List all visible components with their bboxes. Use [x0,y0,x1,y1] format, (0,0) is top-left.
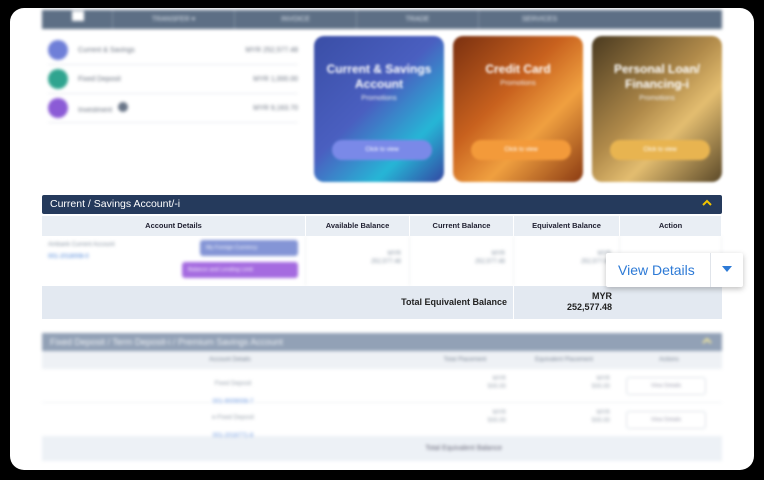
view-details-split-button[interactable]: View Details [606,253,743,287]
promo-title: Personal Loan/ Financing-i [613,62,701,91]
table-row: Fixed Deposit 001-9009008-7 MYR 500.00 M… [42,369,722,405]
account-name: Fixed Deposit [214,381,252,387]
account-number-link[interactable]: 001-2018008-0 [48,254,89,260]
summary-label: Fixed Deposit [78,75,121,83]
account-number-link[interactable]: 001-2016771-8 [48,427,418,445]
summary-label: Current & Savings [78,46,135,54]
casa-table-header: Account Details Available Balance Curren… [42,216,722,236]
nav-trade[interactable]: TRADE [356,10,478,29]
info-icon[interactable] [118,102,129,112]
col-total-placement: Total Placement [443,357,487,363]
col-account-details: Account Details [209,357,251,363]
promo-subtitle: Promotions [639,95,675,102]
fd-section: Fixed Deposit / Term Deposit-i / Premium… [42,333,722,461]
dropdown-toggle[interactable] [711,253,743,287]
account-name: Ambank Current Account [48,242,115,248]
summary-amount: MYR 1,000.00 [253,75,298,83]
nav-invoice[interactable]: INVOICE [234,10,356,29]
total-currency: MYR [592,291,612,301]
summary-row-casa[interactable]: Current & Savings MYR 252,577.48 [48,36,298,65]
col-current-balance: Current Balance [410,216,514,236]
col-account-details: Account Details [42,216,306,236]
summary-label: Investment [78,107,113,114]
current-balance: MYR 252,577.48 [474,251,505,266]
col-actions: Actions [659,357,679,363]
promo-subtitle: Promotions [500,80,536,87]
summary-amount: MYR 252,577.48 [245,46,298,54]
view-details-dropdown[interactable]: View Details [626,377,706,395]
table-row: e-Fixed Deposit 001-2016771-8 MYR 500.00… [42,403,722,439]
home-icon [72,11,84,21]
fd-section-header[interactable]: Fixed Deposit / Term Deposit-i / Premium… [42,333,722,351]
home-tab[interactable] [42,10,112,29]
equivalent-placement: MYR 500.00 [591,376,610,391]
view-details-dropdown[interactable]: View Details [626,411,706,429]
section-title: Current / Savings Account/-i [50,198,181,210]
col-equivalent-balance: Equivalent Balance [514,216,620,236]
promo-card-loan[interactable]: Personal Loan/ Financing-i Promotions Cl… [592,36,722,182]
caret-down-icon [722,266,732,272]
total-label: Total Equivalent Balance [42,286,514,319]
wallet-icon [48,40,68,60]
promo-card-credit[interactable]: Credit Card Promotions Click to view [453,36,583,182]
section-title: Fixed Deposit / Term Deposit-i / Premium… [50,337,283,347]
nav-services[interactable]: SERVICES [478,10,600,29]
promo-view-button[interactable]: Click to view [332,140,432,160]
available-balance: MYR 252,577.48 [370,251,401,266]
promo-card-casa[interactable]: Current & Savings Account Promotions Cli… [314,36,444,182]
lending-limit-chip[interactable]: Balance and Lending Limit [182,262,298,278]
promo-view-button[interactable]: Click to view [610,140,710,160]
col-action: Action [620,216,722,236]
investment-icon [48,98,68,118]
total-value: 252,577.48 [566,301,612,312]
foreign-currency-chip[interactable]: My Foreign Currency [200,240,298,256]
promo-view-button[interactable]: Click to view [471,140,571,160]
promo-title: Credit Card [485,62,551,76]
summary-row-fd[interactable]: Fixed Deposit MYR 1,000.00 [48,65,298,94]
fd-table-header: Account Details Total Placement Equivale… [42,351,722,369]
chevron-up-icon[interactable] [702,199,712,207]
summary-row-investment[interactable]: Investment MYR 9,163.70 [48,94,298,123]
app-window: TRANSFER ▾ INVOICE TRADE SERVICES Curren… [10,8,754,470]
account-name: e-Fixed Deposit [211,415,255,421]
total-placement: MYR 500.00 [487,376,506,391]
view-details-button[interactable]: View Details [606,262,710,278]
casa-section-header[interactable]: Current / Savings Account/-i [42,195,722,214]
chevron-up-icon[interactable] [702,337,712,345]
casa-total-row: Total Equivalent Balance MYR 252,577.48 [42,286,722,319]
promo-title: Current & Savings Account [326,62,432,91]
promo-subtitle: Promotions [361,95,397,102]
summary-amount: MYR 9,163.70 [253,104,298,112]
col-available-balance: Available Balance [306,216,410,236]
col-equivalent-placement: Equivalent Placement [534,357,594,363]
deposit-icon [48,69,68,89]
equivalent-placement: MYR 500.00 [591,410,610,425]
top-nav: TRANSFER ▾ INVOICE TRADE SERVICES [42,10,722,29]
total-placement: MYR 500.00 [487,410,506,425]
portfolio-summary: Current & Savings MYR 252,577.48 Fixed D… [48,36,298,123]
nav-transfer[interactable]: TRANSFER ▾ [112,10,234,29]
